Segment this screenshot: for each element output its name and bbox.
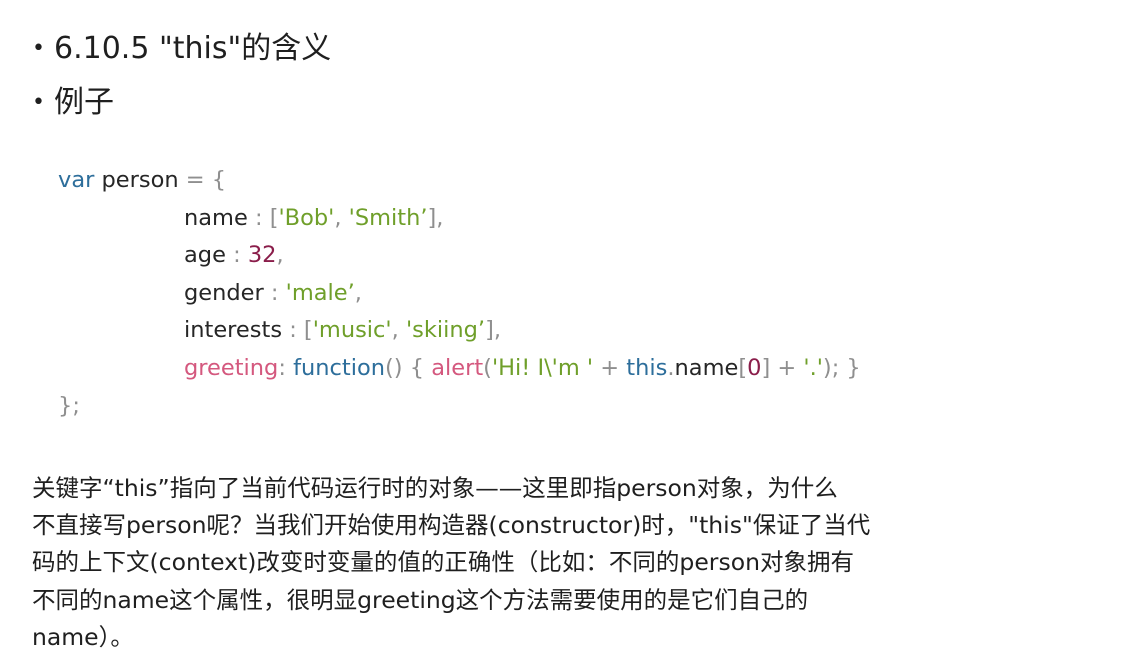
code-punctuation: = { xyxy=(185,167,227,193)
code-punctuation: : [ xyxy=(282,317,313,344)
code-punctuation: [ xyxy=(738,354,748,381)
paragraph-line: name）。 xyxy=(32,622,134,651)
explanation-paragraph: 关键字“this”指向了当前代码运行时的对象——这里即指person对象，为什么… xyxy=(32,470,1102,656)
bullet-example: • 例子 xyxy=(32,84,114,122)
code-function-call: alert xyxy=(431,354,484,381)
code-punctuation: + xyxy=(770,354,804,381)
code-block: var person = { name : ['Bob', 'Smith’], … xyxy=(58,162,861,425)
code-punctuation: + xyxy=(593,354,627,381)
bullet-heading: • 6.10.5 "this"的含义 xyxy=(32,30,331,68)
paragraph-line: 不同的name这个属性，很明显greeting这个方法需要使用的是它们自己的 xyxy=(32,585,809,614)
code-punctuation: : [ xyxy=(247,204,279,231)
code-line-6: greeting: function() { alert('Hi! I\'m '… xyxy=(58,350,861,388)
code-string: '.' xyxy=(803,354,823,381)
code-key: age xyxy=(184,242,226,269)
code-line-4: gender : 'male’, xyxy=(58,275,861,313)
code-punctuation: : xyxy=(278,354,294,381)
code-punctuation: , xyxy=(276,242,284,269)
code-line-5: interests : ['music', 'skiing’], xyxy=(58,312,861,350)
code-punctuation: , xyxy=(391,317,406,344)
code-punctuation: ( xyxy=(483,354,492,381)
bullet-dot-icon: • xyxy=(32,90,45,115)
code-punctuation: , xyxy=(354,279,362,306)
paragraph-line: 关键字“this”指向了当前代码运行时的对象——这里即指person对象，为什么 xyxy=(32,474,838,502)
code-punctuation: ); } xyxy=(822,354,861,381)
code-keyword: this xyxy=(626,354,668,381)
code-key: gender xyxy=(184,279,264,306)
code-punctuation: . xyxy=(667,354,675,381)
code-identifier: person xyxy=(94,167,186,193)
code-keyword: function xyxy=(293,354,385,381)
code-punctuation: ], xyxy=(485,317,502,344)
code-punctuation: () { xyxy=(385,354,432,381)
code-punctuation: , xyxy=(334,204,349,231)
code-key: interests xyxy=(184,317,283,344)
code-string: 'Bob' xyxy=(278,204,335,231)
code-identifier: name xyxy=(674,354,739,381)
code-line-2: name : ['Bob', 'Smith’], xyxy=(58,200,861,238)
code-keyword: var xyxy=(58,167,95,193)
code-punctuation: : xyxy=(225,242,248,269)
code-number: 32 xyxy=(247,242,277,269)
code-line-7: }; xyxy=(58,388,861,426)
code-line-3: age : 32, xyxy=(58,237,861,275)
code-punctuation: ], xyxy=(427,204,444,231)
code-string: 'skiing’ xyxy=(405,317,486,344)
code-line-1: var person = { xyxy=(58,162,861,200)
code-string: 'Smith’ xyxy=(348,204,428,231)
code-punctuation: }; xyxy=(58,392,80,419)
code-number: 0 xyxy=(747,354,762,381)
code-string: 'male’ xyxy=(285,279,355,306)
code-punctuation: ] xyxy=(761,354,771,381)
bullet-dot-icon: • xyxy=(32,36,45,61)
code-key: name xyxy=(184,204,248,231)
code-punctuation: : xyxy=(263,279,286,306)
code-string: 'Hi! I\'m ' xyxy=(491,354,594,381)
heading-text: 6.10.5 "this"的含义 xyxy=(54,31,332,66)
code-string: 'music' xyxy=(312,317,392,344)
example-text: 例子 xyxy=(54,85,114,120)
paragraph-line: 不直接写person呢？当我们开始使用构造器(constructor)时，"th… xyxy=(32,511,871,540)
paragraph-line: 码的上下文(context)改变时变量的值的正确性（比如：不同的person对象… xyxy=(32,548,854,577)
code-key: greeting xyxy=(184,354,279,381)
